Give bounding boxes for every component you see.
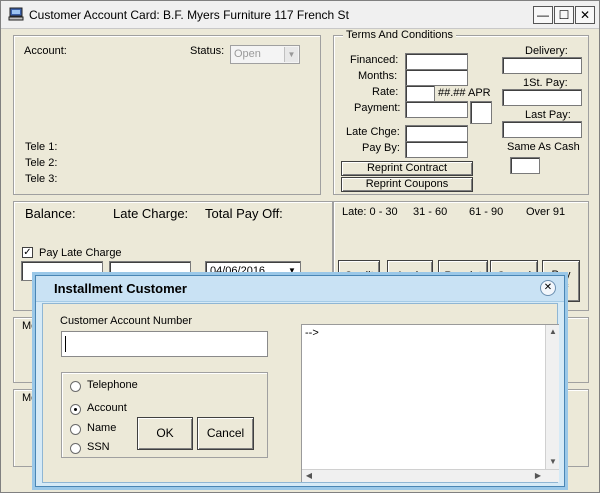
- last-pay-label: Last Pay:: [525, 109, 571, 121]
- horizontal-scrollbar[interactable]: ◀ ▶: [302, 469, 559, 482]
- aging-over-91: Over 91: [526, 206, 566, 218]
- telephone-radio-label: Telephone: [87, 379, 138, 391]
- search-options-group: Telephone Account Name SSN OK Cancel: [61, 372, 268, 458]
- pay-by-label: Pay By:: [362, 142, 400, 154]
- telephone-radio[interactable]: [70, 381, 81, 392]
- text-cursor: [65, 336, 66, 352]
- chevron-down-icon[interactable]: ▼: [284, 47, 298, 62]
- pay-late-charge-label: Pay Late Charge: [39, 247, 122, 259]
- title-bar: Customer Account Card: B.F. Myers Furnit…: [1, 1, 599, 29]
- last-pay-input[interactable]: [502, 121, 582, 138]
- late-charge-label: Late Charge:: [113, 206, 189, 221]
- tele3-label: Tele 3:: [25, 173, 58, 185]
- status-label: Status:: [190, 45, 225, 57]
- dialog-close-button[interactable]: ✕: [540, 280, 556, 296]
- tele2-label: Tele 2:: [25, 157, 58, 169]
- status-select[interactable]: Open ▼: [230, 45, 300, 64]
- name-radio[interactable]: [70, 424, 81, 435]
- dialog-title: Installment Customer: [54, 281, 187, 296]
- pay-by-input[interactable]: [405, 141, 468, 158]
- rate-input[interactable]: [405, 85, 435, 102]
- payment-label: Payment:: [354, 102, 401, 114]
- terms-panel: Terms And Conditions Financed: Months: R…: [333, 29, 589, 195]
- computer-icon: [8, 7, 24, 21]
- results-textarea[interactable]: --> ▲ ▼ ◀ ▶: [301, 324, 559, 482]
- terms-legend: Terms And Conditions: [343, 29, 456, 41]
- delivery-input[interactable]: [502, 57, 582, 74]
- dialog-title-bar: Installment Customer ✕: [36, 276, 564, 302]
- account-number-input[interactable]: [61, 331, 268, 357]
- pay-late-charge-checkbox[interactable]: ✓: [22, 247, 33, 258]
- minimize-button[interactable]: —: [533, 6, 553, 24]
- late-chge-label: Late Chge:: [346, 126, 400, 138]
- installment-customer-dialog: Installment Customer ✕ Customer Account …: [35, 275, 565, 487]
- close-button[interactable]: ✕: [575, 6, 595, 24]
- status-value: Open: [234, 48, 261, 60]
- results-text: -->: [305, 327, 319, 339]
- first-pay-label: 1St. Pay:: [523, 77, 568, 89]
- name-radio-label: Name: [87, 422, 117, 434]
- delivery-label: Delivery:: [525, 45, 568, 57]
- payment-extra-input[interactable]: [470, 101, 492, 124]
- window-title: Customer Account Card: B.F. Myers Furnit…: [29, 8, 349, 22]
- same-as-cash-label: Same As Cash: [507, 141, 580, 153]
- scroll-right-icon[interactable]: ▶: [532, 470, 544, 482]
- vertical-scrollbar[interactable]: ▲ ▼: [545, 325, 559, 469]
- reprint-coupons-button[interactable]: Reprint Coupons: [341, 177, 473, 192]
- ok-button[interactable]: OK: [137, 417, 193, 450]
- scroll-down-icon[interactable]: ▼: [547, 456, 559, 468]
- reprint-contract-button[interactable]: Reprint Contract: [341, 161, 473, 176]
- total-pay-off-label: Total Pay Off:: [205, 206, 283, 221]
- same-as-cash-input[interactable]: [510, 157, 540, 174]
- months-label: Months:: [358, 70, 398, 82]
- aging-31-60: 31 - 60: [413, 206, 448, 218]
- cancel-button[interactable]: Cancel: [197, 417, 254, 450]
- balance-label: Balance:: [25, 206, 76, 221]
- account-number-label: Customer Account Number: [60, 315, 193, 327]
- account-radio[interactable]: [70, 404, 81, 415]
- account-label: Account:: [24, 45, 67, 57]
- account-panel: Account: Status: Open ▼ Tele 1: Tele 2: …: [13, 35, 321, 195]
- ssn-radio[interactable]: [70, 443, 81, 454]
- scroll-up-icon[interactable]: ▲: [547, 326, 559, 338]
- maximize-icon: ☐: [558, 8, 570, 22]
- months-input[interactable]: [405, 69, 468, 86]
- late-chge-input[interactable]: [405, 125, 468, 142]
- first-pay-input[interactable]: [502, 89, 582, 106]
- dialog-body: Customer Account Number Telephone Accoun…: [42, 303, 559, 483]
- scroll-left-icon[interactable]: ◀: [303, 470, 315, 482]
- maximize-button[interactable]: ☐: [554, 6, 574, 24]
- minimize-icon: —: [537, 8, 549, 22]
- ssn-radio-label: SSN: [87, 441, 110, 453]
- financed-label: Financed:: [350, 54, 399, 66]
- aging-61-90: 61 - 90: [469, 206, 504, 218]
- financed-input[interactable]: [405, 53, 468, 70]
- account-radio-label: Account: [87, 402, 127, 414]
- rate-label: Rate:: [372, 86, 399, 98]
- close-icon: ✕: [579, 8, 591, 22]
- tele1-label: Tele 1:: [25, 141, 58, 153]
- close-icon: ✕: [543, 282, 553, 293]
- payment-input[interactable]: [405, 101, 468, 118]
- rate-format: ##.## APR: [438, 87, 491, 99]
- aging-0-30: Late: 0 - 30: [342, 206, 398, 218]
